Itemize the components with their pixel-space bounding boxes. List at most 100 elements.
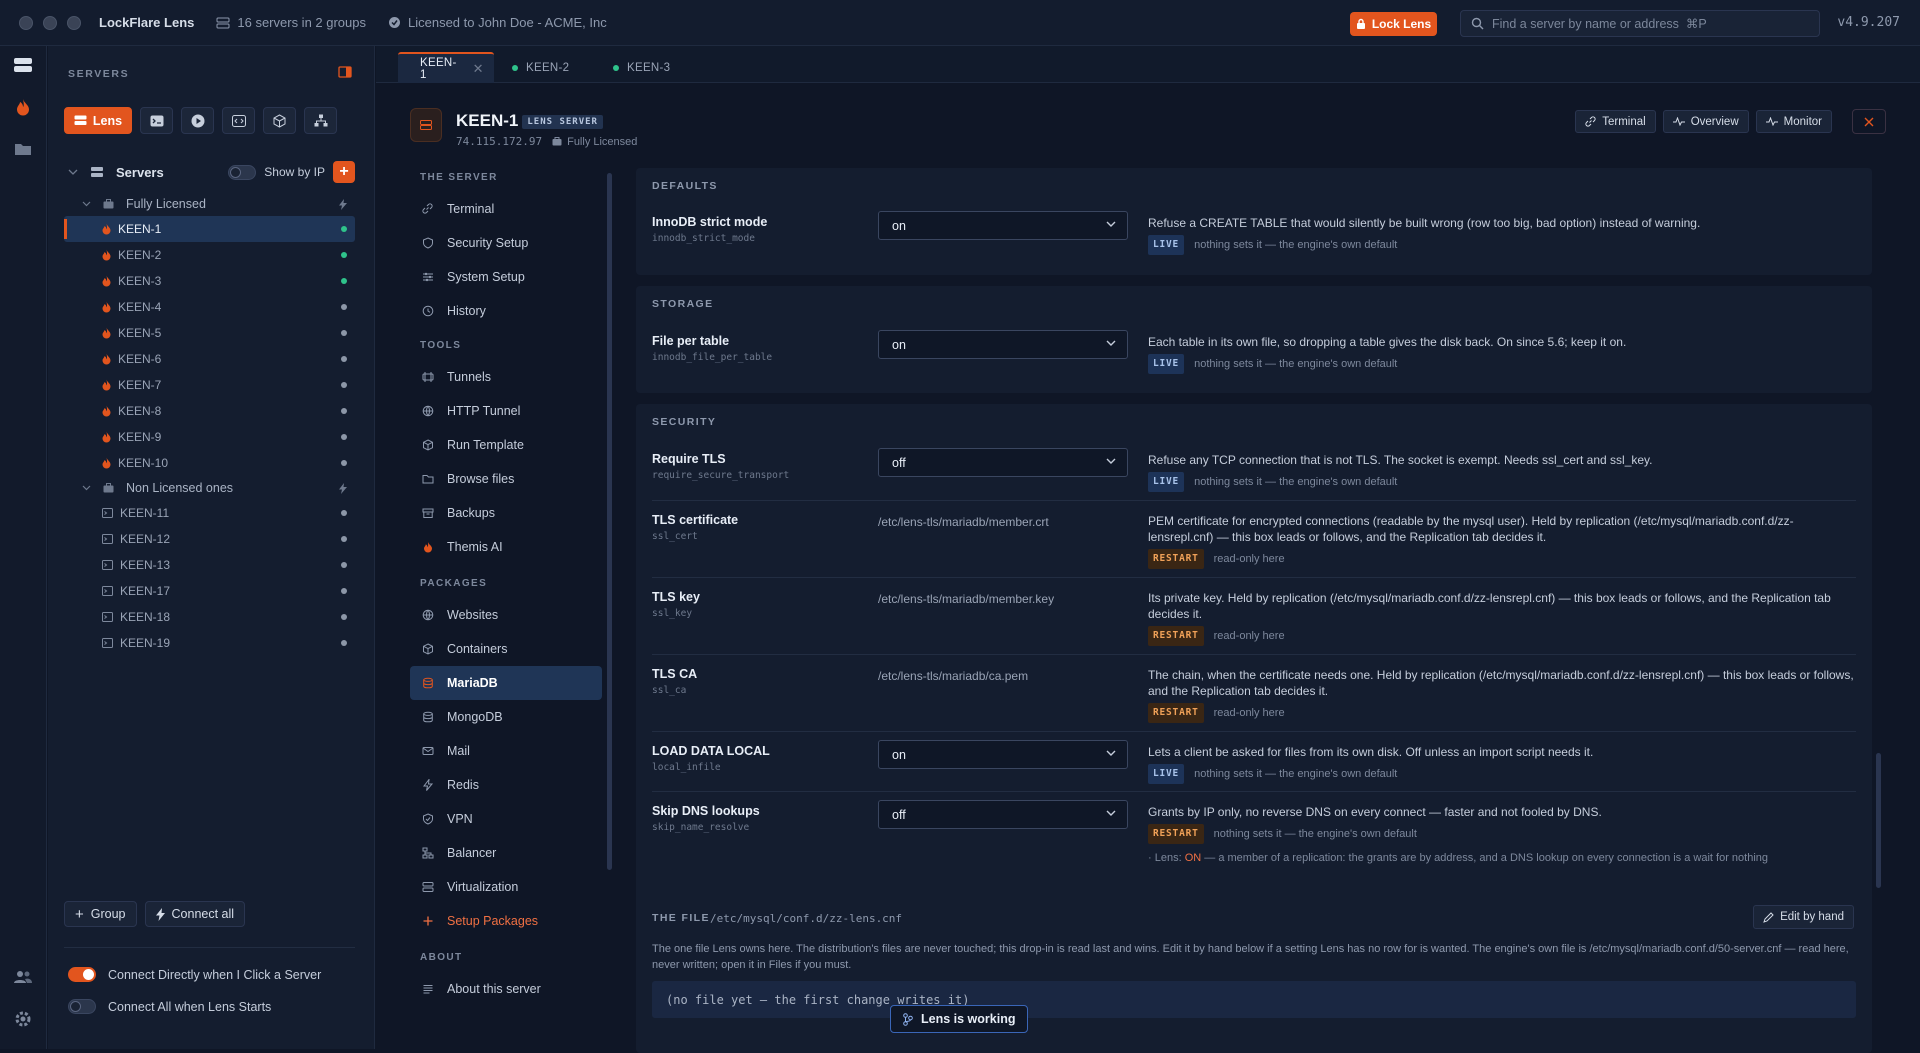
connect-all-button[interactable]: Connect all <box>144 901 246 927</box>
innodb-strict-select[interactable]: on <box>878 211 1128 240</box>
terminal-button[interactable]: Terminal <box>1575 110 1656 133</box>
bolt-icon[interactable] <box>339 198 347 210</box>
subnav-item-backups[interactable]: Backups <box>410 496 602 530</box>
add-group-button[interactable]: + Group <box>64 901 137 927</box>
minimize-window-button[interactable] <box>43 15 57 30</box>
subnav-item-websites[interactable]: Websites <box>410 598 602 632</box>
file-path: /etc/mysql/conf.d/zz-lens.cnf <box>710 912 903 925</box>
monitor-button[interactable]: Monitor <box>1755 110 1832 133</box>
show-by-ip-toggle[interactable] <box>228 164 257 180</box>
search-icon <box>1471 17 1484 30</box>
subnav-item-setup-packages[interactable]: Setup Packages <box>410 904 602 938</box>
flame-rail-icon[interactable] <box>12 96 34 118</box>
working-text: Lens is working <box>921 1012 1016 1026</box>
server-tree: Fully Licensed KEEN-1 KEEN-2 KEEN-3 KEEN-4 KE… <box>64 192 355 656</box>
subnav-item-label: Balancer <box>447 846 497 860</box>
collapse-sidebar-icon[interactable] <box>338 66 352 78</box>
close-server-button[interactable] <box>1852 109 1886 134</box>
terminal-icon <box>421 203 435 215</box>
server-item[interactable]: KEEN-7 <box>64 372 355 398</box>
maximize-window-button[interactable] <box>67 15 81 30</box>
subnav-item-mariadb[interactable]: MariaDB <box>410 666 602 700</box>
server-item[interactable]: KEEN-3 <box>64 268 355 294</box>
server-item[interactable]: KEEN-5 <box>64 320 355 346</box>
local-infile-select[interactable]: on <box>878 740 1128 769</box>
servers-sidebar: SERVERS Lens Servers Show by IP + Fully … <box>48 46 375 1049</box>
setup-packages-icon <box>421 915 435 927</box>
subnav-item-tunnels[interactable]: Tunnels <box>410 360 602 394</box>
server-item[interactable]: KEEN-11 <box>64 500 355 526</box>
close-window-button[interactable] <box>19 15 33 30</box>
server-item[interactable]: KEEN-2 <box>64 242 355 268</box>
server-item[interactable]: KEEN-4 <box>64 294 355 320</box>
connect-on-click-toggle[interactable] <box>68 967 96 982</box>
servers-rail-icon[interactable] <box>12 54 34 76</box>
server-subnav: THE SERVER Terminal Security Setup System S… <box>410 160 602 1006</box>
subnav-item-vpn[interactable]: VPN <box>410 802 602 836</box>
server-item[interactable]: KEEN-6 <box>64 346 355 372</box>
flame-icon <box>102 405 111 417</box>
file-content[interactable]: (no file yet — the first change writes i… <box>652 981 1856 1018</box>
terminal-view-button[interactable] <box>140 107 173 134</box>
tab-keen-1[interactable]: KEEN-1 ✕ <box>398 52 494 83</box>
chevron-down-icon[interactable] <box>68 169 78 175</box>
server-item[interactable]: KEEN-1 <box>64 216 355 242</box>
require-tls-select[interactable]: off <box>878 448 1128 477</box>
tab-keen-2[interactable]: KEEN-2 <box>498 52 583 83</box>
server-item[interactable]: KEEN-9 <box>64 424 355 450</box>
subnav-item-terminal[interactable]: Terminal <box>410 192 602 226</box>
edit-by-hand-button[interactable]: Edit by hand <box>1753 905 1854 929</box>
server-search[interactable] <box>1460 10 1820 37</box>
subnav-item-virtualization[interactable]: Virtualization <box>410 870 602 904</box>
subnav-item-redis[interactable]: Redis <box>410 768 602 802</box>
file-per-table-select[interactable]: on <box>878 330 1128 359</box>
play-view-button[interactable] <box>181 107 214 134</box>
server-item[interactable]: KEEN-8 <box>64 398 355 424</box>
topology-view-button[interactable] <box>304 107 337 134</box>
chevron-down-icon[interactable] <box>82 485 91 491</box>
subnav-item-mail[interactable]: Mail <box>410 734 602 768</box>
tab-keen-3[interactable]: KEEN-3 <box>599 52 684 83</box>
skip-dns-select[interactable]: off <box>878 800 1128 829</box>
subnav-item-label: Setup Packages <box>447 914 539 928</box>
folder-rail-icon[interactable] <box>12 138 34 160</box>
lock-lens-button[interactable]: Lock Lens <box>1350 12 1437 36</box>
search-input[interactable] <box>1492 16 1812 31</box>
server-group[interactable]: Fully Licensed <box>64 192 355 216</box>
subnav-item-balancer[interactable]: Balancer <box>410 836 602 870</box>
close-tab-icon[interactable]: ✕ <box>473 61 484 77</box>
users-rail-icon[interactable] <box>12 966 34 988</box>
overview-button[interactable]: Overview <box>1662 110 1749 133</box>
package-view-button[interactable] <box>263 107 296 134</box>
lens-view-button[interactable]: Lens <box>64 107 132 134</box>
connect-all-start-toggle[interactable] <box>68 999 96 1014</box>
subnav-item-mongodb[interactable]: MongoDB <box>410 700 602 734</box>
subnav-item-browse-files[interactable]: Browse files <box>410 462 602 496</box>
add-server-button[interactable]: + <box>333 161 355 183</box>
chevron-down-icon[interactable] <box>82 201 91 207</box>
subnav-item-history[interactable]: History <box>410 294 602 328</box>
bolt-icon[interactable] <box>339 482 347 494</box>
server-item[interactable]: KEEN-12 <box>64 526 355 552</box>
content-scrollbar[interactable] <box>1876 753 1881 888</box>
gear-rail-icon[interactable] <box>12 1008 34 1030</box>
subnav-scrollbar[interactable] <box>607 173 612 870</box>
server-item[interactable]: KEEN-17 <box>64 578 355 604</box>
code-view-button[interactable] <box>222 107 255 134</box>
subnav-item-containers[interactable]: Containers <box>410 632 602 666</box>
server-group[interactable]: Non Licensed ones <box>64 476 355 500</box>
status-dot <box>341 434 347 440</box>
subnav-item-about-this-server[interactable]: About this server <box>410 972 602 1006</box>
server-item[interactable]: KEEN-19 <box>64 630 355 656</box>
subnav-item-run-template[interactable]: Run Template <box>410 428 602 462</box>
server-item[interactable]: KEEN-10 <box>64 450 355 476</box>
server-item[interactable]: KEEN-13 <box>64 552 355 578</box>
subnav-item-label: MongoDB <box>447 710 503 724</box>
server-item[interactable]: KEEN-18 <box>64 604 355 630</box>
subnav-item-system-setup[interactable]: System Setup <box>410 260 602 294</box>
subnav-item-themis-ai[interactable]: Themis AI <box>410 530 602 564</box>
subnav-item-security-setup[interactable]: Security Setup <box>410 226 602 260</box>
status-dot <box>341 356 347 362</box>
subnav-item-http-tunnel[interactable]: HTTP Tunnel <box>410 394 602 428</box>
lens-view-label: Lens <box>92 113 123 128</box>
